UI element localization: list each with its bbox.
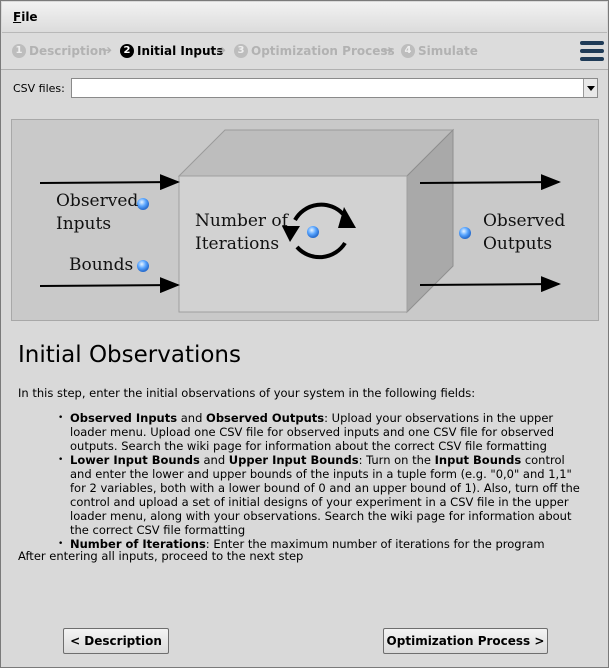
bounds-label: Bounds [69,255,134,275]
arrow-in-bottom [39,277,180,294]
arrow-out-top [419,174,561,191]
step-arrow-icon: ➔ [216,43,227,57]
iterations-dot [307,226,319,238]
bullet-text: : Turn on the [358,453,435,467]
step-simulate[interactable]: 4 Simulate [401,43,478,59]
menu-file-rest: ile [21,10,38,24]
csv-files-label: CSV files: [13,82,65,95]
step-label: Description [29,44,107,58]
bullet-bold: Observed Inputs [70,411,178,425]
step-number: 3 [234,44,248,58]
bounds-dot [137,260,149,272]
box-top-face [177,129,455,177]
step-optimization-process[interactable]: 3 Optimization Process [234,43,395,59]
bullet-bold: Upper Input Bounds [228,453,359,467]
step-arrow-icon: ➔ [383,43,394,57]
outro-text: After entering all inputs, proceed to th… [18,549,304,563]
iterations-label: Number of Iterations [195,211,288,254]
dropdown-arrow-icon[interactable] [583,79,597,97]
step-label: Optimization Process [251,44,395,58]
intro-text: In this step, enter the initial observat… [18,386,476,400]
observed-outputs-label: Observed Outputs [483,211,566,254]
step-arrow-icon: ➔ [102,43,113,57]
observed-outputs-dot [459,227,471,239]
arrow-in-top [39,174,180,191]
step-label: Simulate [418,44,478,58]
bullet-bold: Lower Input Bounds [70,453,200,467]
step-number: 1 [12,44,26,58]
step-initial-inputs[interactable]: 2 Initial Inputs [120,43,223,59]
csv-files-select[interactable] [71,78,598,98]
step-description[interactable]: 1 Description [12,43,107,59]
bullet-text: and [199,453,229,467]
arrow-out-bottom [419,276,561,293]
next-optimization-button[interactable]: Optimization Process > [383,628,548,654]
bullet-bold: Input Bounds [434,453,522,467]
observed-inputs-dot [137,198,149,210]
bullet-text: and [177,411,207,425]
step-label: Initial Inputs [137,44,224,58]
list-item: Observed Inputs and Observed Outputs: Up… [58,411,583,453]
menu-file-mnemonic: F [13,10,22,24]
prev-description-button[interactable]: < Description [63,628,169,654]
step-number: 4 [401,44,415,58]
system-diagram: Observed Inputs Bounds Number of Iterati… [11,119,599,321]
observed-inputs-label: Observed Inputs [56,191,139,234]
list-item: Lower Input Bounds and Upper Input Bound… [58,453,583,537]
bullet-bold: Observed Outputs [206,411,325,425]
step-number: 2 [120,44,134,58]
instructions-list: Observed Inputs and Observed Outputs: Up… [58,411,583,551]
hamburger-menu-icon[interactable] [580,41,604,61]
page-title: Initial Observations [18,342,241,368]
wizard-steps: 1 Description ➔ 2 Initial Inputs ➔ 3 Opt… [1,33,608,70]
menu-file[interactable]: File [13,10,38,24]
menubar: File [2,2,607,33]
app-window: File 1 Description ➔ 2 Initial Inputs ➔ … [0,0,609,668]
